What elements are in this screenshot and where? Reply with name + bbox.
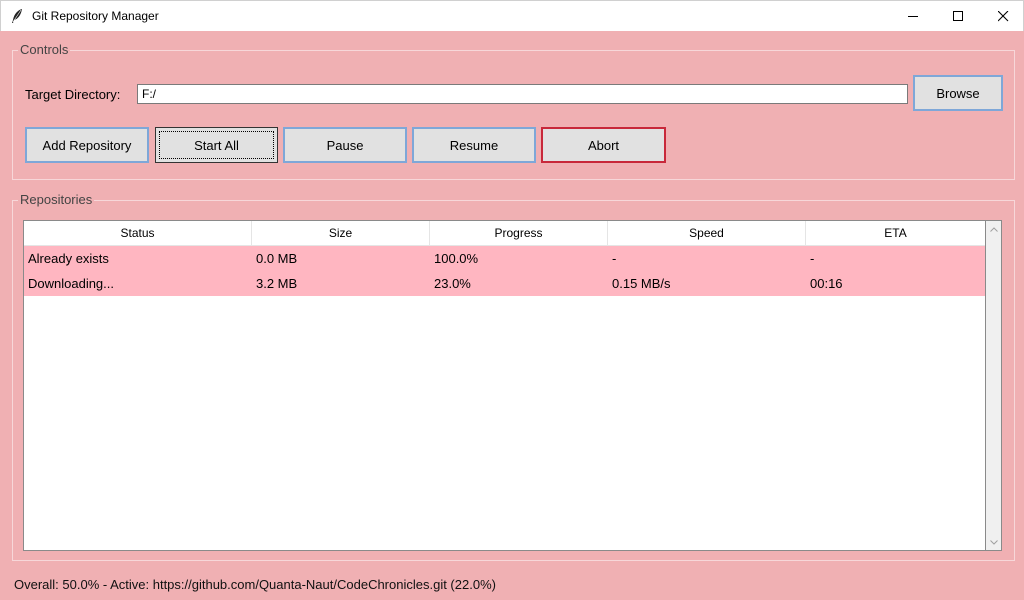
scroll-up-button[interactable] <box>986 221 1001 237</box>
close-button[interactable] <box>980 1 1024 32</box>
target-directory-label: Target Directory: <box>25 87 121 102</box>
repositories-table[interactable]: Status Size Progress Speed ETA Already e… <box>23 220 986 551</box>
cell-size: 0.0 MB <box>256 251 298 266</box>
target-directory-input[interactable] <box>137 84 908 104</box>
title-bar: Git Repository Manager <box>0 0 1024 31</box>
add-repository-button[interactable]: Add Repository <box>25 127 149 163</box>
column-header-size[interactable]: Size <box>252 221 430 246</box>
cell-eta: - <box>810 251 815 266</box>
column-header-status[interactable]: Status <box>24 221 252 246</box>
table-header: Status Size Progress Speed ETA <box>24 221 985 246</box>
chevron-down-icon <box>989 539 998 545</box>
repositories-group-label: Repositories <box>18 192 95 207</box>
abort-button[interactable]: Abort <box>541 127 666 163</box>
start-all-button[interactable]: Start All <box>155 127 278 163</box>
cell-status: Downloading... <box>28 276 114 291</box>
close-icon <box>997 11 1008 22</box>
column-header-eta[interactable]: ETA <box>806 221 985 246</box>
window-title: Git Repository Manager <box>32 9 159 23</box>
column-header-speed[interactable]: Speed <box>608 221 806 246</box>
maximize-button[interactable] <box>935 1 981 32</box>
minimize-button[interactable] <box>890 1 936 32</box>
vertical-scrollbar[interactable] <box>986 220 1002 551</box>
feather-icon <box>12 9 22 23</box>
cell-speed: - <box>612 251 617 266</box>
cell-eta: 00:16 <box>810 276 843 291</box>
cell-speed: 0.15 MB/s <box>612 276 671 291</box>
table-row[interactable]: Already exists 0.0 MB 100.0% - - <box>24 246 985 271</box>
controls-group-label: Controls <box>18 42 71 57</box>
chevron-up-icon <box>989 226 998 232</box>
maximize-icon <box>952 11 963 21</box>
start-all-label: Start All <box>159 131 274 159</box>
cell-progress: 100.0% <box>434 251 479 266</box>
column-header-progress[interactable]: Progress <box>430 221 608 246</box>
pause-button[interactable]: Pause <box>283 127 407 163</box>
cell-progress: 23.0% <box>434 276 471 291</box>
status-text: Overall: 50.0% - Active: https://github.… <box>14 577 496 592</box>
minimize-icon <box>907 16 918 17</box>
cell-size: 3.2 MB <box>256 276 298 291</box>
table-row[interactable]: Downloading... 3.2 MB 23.0% 0.15 MB/s 00… <box>24 271 985 296</box>
browse-button[interactable]: Browse <box>913 75 1003 111</box>
resume-button[interactable]: Resume <box>412 127 536 163</box>
cell-status: Already exists <box>28 251 109 266</box>
scroll-down-button[interactable] <box>986 534 1001 550</box>
